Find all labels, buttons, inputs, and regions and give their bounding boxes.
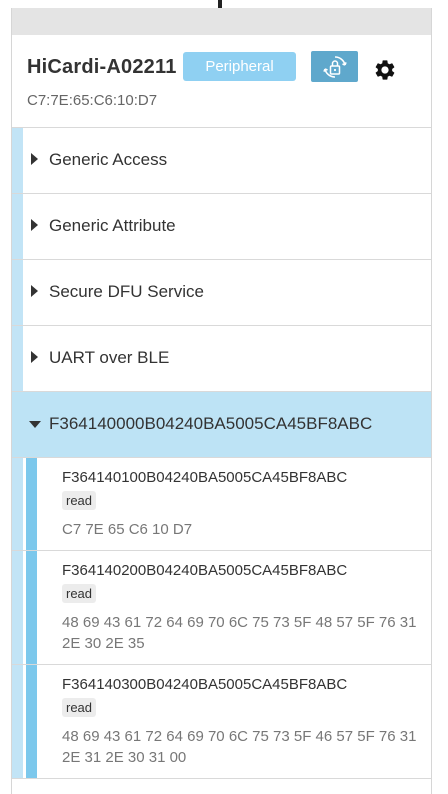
bond-lock-icon [322, 55, 347, 78]
characteristic-indent-bar [26, 458, 37, 550]
characteristic-value: 48 69 43 61 72 64 69 70 6C 75 73 5F 48 5… [62, 614, 417, 652]
settings-button[interactable] [372, 57, 398, 83]
role-badge: Peripheral [183, 52, 296, 81]
characteristic-row[interactable]: F364140300B04240BA5005CA45BF8ABC read 48… [12, 665, 431, 779]
service-row-custom-expanded[interactable]: F364140000B04240BA5005CA45BF8ABC [12, 392, 431, 458]
characteristic-indent-bar [26, 665, 37, 778]
service-indent-bar [12, 665, 23, 778]
service-name: UART over BLE [49, 348, 170, 367]
drag-handle[interactable] [218, 0, 222, 8]
service-indent-bar [12, 551, 23, 664]
gear-icon [375, 60, 395, 80]
service-indent-bar [12, 194, 23, 259]
service-name: Generic Access [49, 150, 168, 169]
service-row-uart-over-ble[interactable]: UART over BLE [12, 326, 431, 392]
characteristic-row[interactable]: F364140200B04240BA5005CA45BF8ABC read 48… [12, 551, 431, 665]
service-indent-bar [12, 392, 23, 457]
characteristic-uuid: F364140300B04240BA5005CA45BF8ABC [62, 676, 348, 693]
service-indent-bar [12, 326, 23, 391]
service-row-generic-access[interactable]: Generic Access [12, 128, 431, 194]
caret-down-icon [29, 421, 41, 428]
caret-right-icon [31, 351, 38, 363]
service-name: F364140000B04240BA5005CA45BF8ABC [49, 414, 373, 433]
service-name: Generic Attribute [49, 216, 176, 235]
characteristic-uuid: F364140100B04240BA5005CA45BF8ABC [62, 469, 348, 486]
service-name: Secure DFU Service [49, 282, 204, 301]
characteristic-row[interactable]: F364140100B04240BA5005CA45BF8ABC read C7… [12, 458, 431, 551]
property-badge-read[interactable]: read [62, 698, 97, 717]
caret-right-icon [31, 153, 38, 165]
service-row-secure-dfu[interactable]: Secure DFU Service [12, 260, 431, 326]
property-badge-read[interactable]: read [62, 491, 97, 510]
caret-right-icon [31, 219, 38, 231]
characteristic-indent-bar [26, 551, 37, 664]
service-indent-bar [12, 260, 23, 325]
window-top-bar [0, 0, 448, 35]
characteristic-value: C7 7E 65 C6 10 D7 [62, 521, 193, 538]
bond-button[interactable] [311, 51, 358, 82]
service-indent-bar [12, 128, 23, 193]
characteristic-value: 48 69 43 61 72 64 69 70 6C 75 73 5F 46 5… [62, 728, 417, 766]
characteristic-uuid: F364140200B04240BA5005CA45BF8ABC [62, 562, 348, 579]
service-row-generic-attribute[interactable]: Generic Attribute [12, 194, 431, 260]
panel-title-strip [11, 8, 432, 35]
service-indent-bar [12, 458, 23, 550]
caret-right-icon [31, 285, 38, 297]
device-address: C7:7E:65:C6:10:D7 [27, 92, 158, 109]
property-badge-read[interactable]: read [62, 584, 97, 603]
device-name: HiCardi-A02211 [27, 56, 177, 78]
device-panel: HiCardi-A02211 Peripheral C7:7E:65:C6:10… [11, 35, 432, 794]
device-header: HiCardi-A02211 Peripheral C7:7E:65:C6:10… [12, 35, 431, 128]
